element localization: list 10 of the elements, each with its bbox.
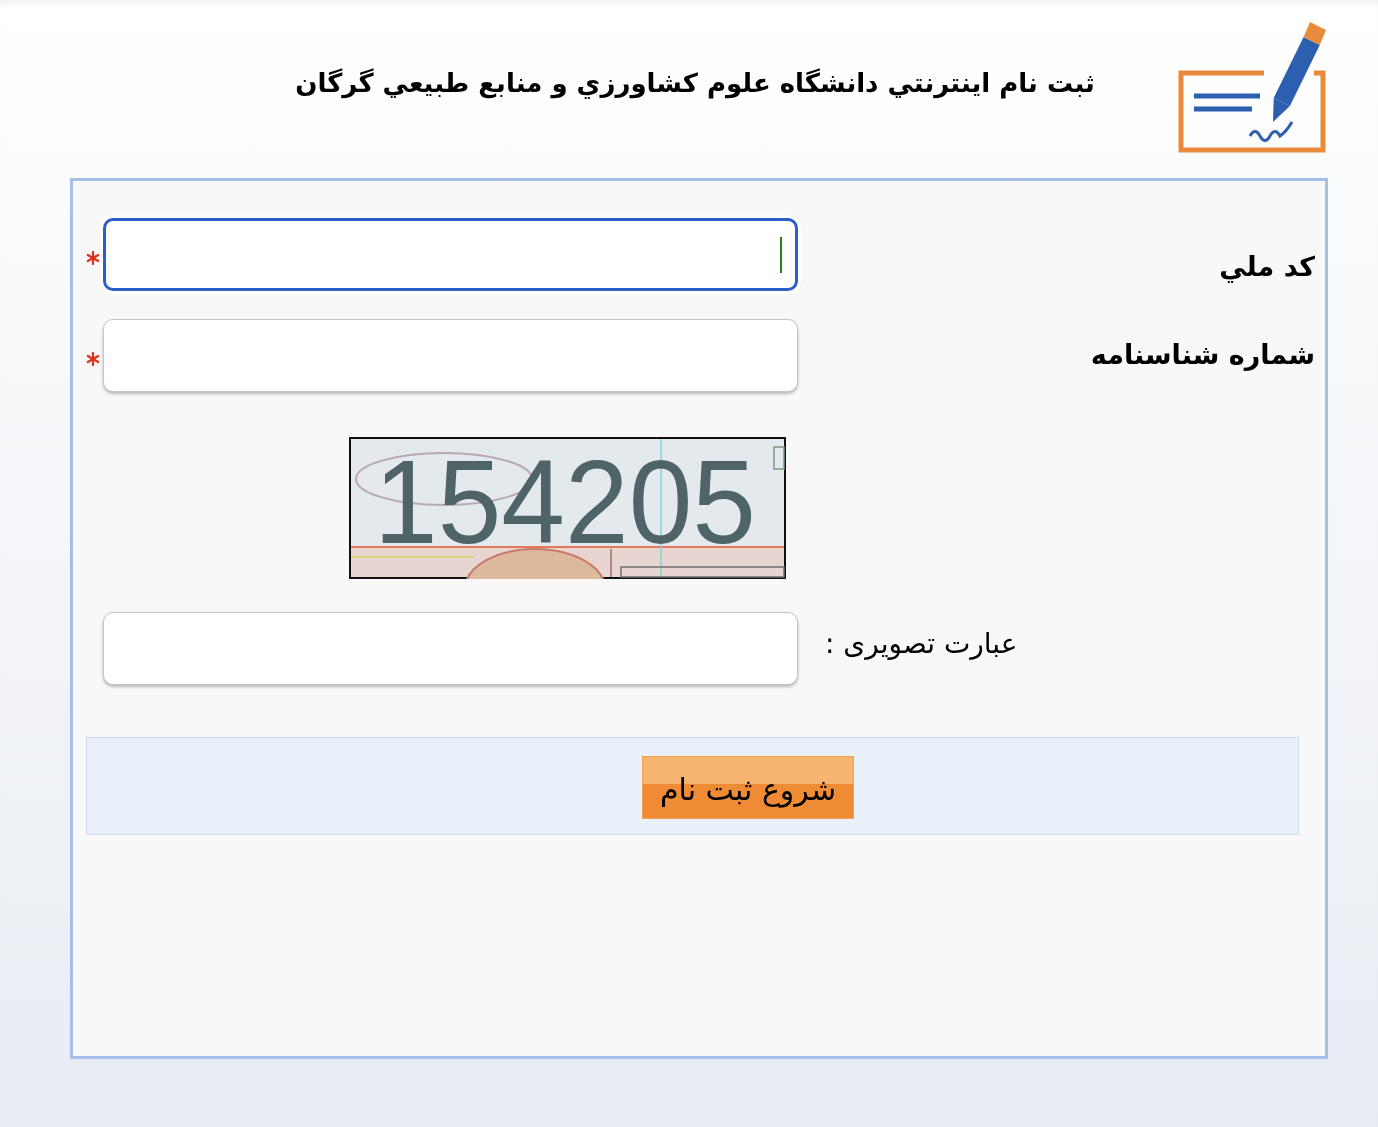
field-label: عبارت تصویری :	[825, 625, 1018, 662]
text-cursor-icon	[780, 236, 782, 273]
field-label: شماره شناسنامه	[1090, 338, 1315, 373]
start-registration-button[interactable]: شروع ثبت نام	[642, 756, 854, 819]
field-label: كد ملي	[1219, 250, 1315, 285]
input-field[interactable]	[103, 218, 798, 291]
page-title: ثبت نام اينترنتي دانشگاه علوم كشاورزي و منابع طبيعي گرگان	[295, 67, 1095, 101]
input-field[interactable]	[103, 612, 798, 685]
captcha-text: 154205	[374, 437, 768, 568]
input-field[interactable]	[103, 319, 798, 392]
